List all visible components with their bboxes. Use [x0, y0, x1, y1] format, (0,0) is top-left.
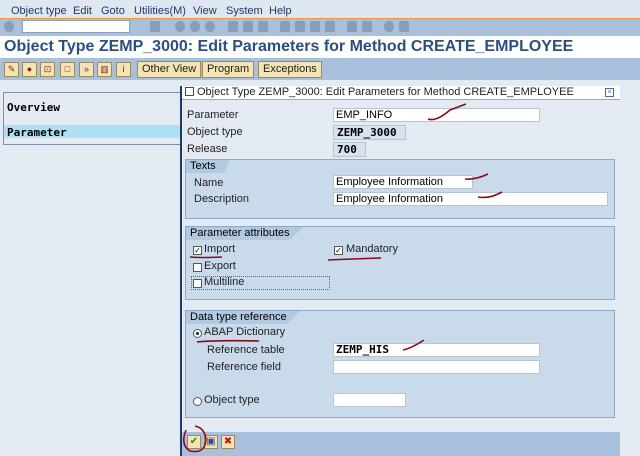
object-type-label: Object type — [187, 126, 243, 138]
find-next-icon[interactable] — [258, 21, 268, 32]
reference-field-input[interactable] — [333, 360, 540, 374]
window-icon — [185, 87, 194, 96]
menu-system[interactable]: System — [226, 5, 263, 17]
previous-page-icon[interactable] — [295, 21, 305, 32]
edit-parameters-dialog: Object Type ZEMP_3000: Edit Parameters f… — [180, 86, 620, 456]
title-bar: Object Type ZEMP_3000: Edit Parameters f… — [0, 36, 640, 58]
cancel-icon[interactable] — [205, 21, 215, 32]
help-icon[interactable] — [384, 21, 394, 32]
object-type-radio[interactable] — [193, 397, 202, 406]
layout-icon[interactable] — [399, 21, 409, 32]
data-type-reference-header: Data type reference — [186, 311, 301, 324]
export-checkbox[interactable] — [193, 263, 202, 272]
next-page-icon[interactable] — [310, 21, 320, 32]
lock-icon[interactable]: ⊡ — [40, 62, 55, 77]
close-icon[interactable]: × — [605, 88, 614, 97]
exceptions-button[interactable]: Exceptions — [258, 61, 322, 78]
description-input[interactable]: Employee Information — [333, 192, 608, 206]
info-icon[interactable]: i — [116, 62, 131, 77]
back-icon[interactable] — [175, 21, 185, 32]
menu-utilities[interactable]: Utilities(M) — [134, 5, 186, 17]
multiline-checkbox[interactable] — [193, 279, 202, 288]
mandatory-checkbox[interactable]: ✓ — [334, 246, 343, 255]
exit-icon[interactable] — [190, 21, 200, 32]
multiline-label: Multiline — [204, 276, 245, 288]
reference-table-input[interactable]: ZEMP_HIS — [333, 343, 540, 357]
menu-object-type[interactable]: Object type — [11, 5, 67, 17]
import-label: Import — [204, 243, 236, 255]
command-field[interactable] — [22, 20, 130, 33]
name-label: Name — [194, 177, 224, 189]
menu-goto[interactable]: Goto — [101, 5, 125, 17]
save-icon[interactable] — [150, 21, 160, 32]
reference-field-label: Reference field — [207, 361, 281, 373]
enter-icon[interactable] — [4, 21, 14, 32]
tree-item-overview[interactable]: Overview — [7, 101, 60, 114]
object-type-value: ZEMP_3000 — [333, 125, 406, 140]
new-session-icon[interactable] — [347, 21, 357, 32]
last-page-icon[interactable] — [325, 21, 335, 32]
release-value: 700 — [333, 142, 366, 157]
first-page-icon[interactable] — [280, 21, 290, 32]
abap-dictionary-radio[interactable] — [193, 329, 202, 338]
menu-help[interactable]: Help — [269, 5, 292, 17]
confirm-button[interactable]: ✔ — [187, 435, 201, 449]
dialog-footer — [182, 432, 620, 456]
import-checkbox[interactable]: ✓ — [193, 246, 202, 255]
shortcut-icon[interactable] — [362, 21, 372, 32]
object-type-input[interactable] — [333, 393, 406, 407]
tree-item-parameter[interactable]: Parameter — [7, 126, 67, 139]
reference-table-label: Reference table — [207, 344, 285, 356]
parameter-input[interactable]: EMP_INFO — [333, 108, 540, 122]
texts-header: Texts — [186, 160, 230, 173]
print-icon[interactable] — [228, 21, 238, 32]
page-title: Object Type ZEMP_3000: Edit Parameters f… — [4, 38, 574, 55]
parameter-attributes-header: Parameter attributes — [186, 227, 304, 240]
find-icon[interactable] — [243, 21, 253, 32]
copy-icon[interactable]: » — [79, 62, 94, 77]
change-icon[interactable]: ✎ — [4, 62, 19, 77]
mandatory-label: Mandatory — [346, 243, 398, 255]
display-icon[interactable]: ● — [22, 62, 37, 77]
program-button[interactable]: Program — [202, 61, 255, 78]
release-label: Release — [187, 143, 228, 155]
parameter-label: Parameter — [187, 109, 239, 121]
navigation-tree: Overview Parameter — [3, 92, 183, 145]
abap-dictionary-label: ABAP Dictionary — [204, 326, 286, 338]
cancel-button[interactable]: ✖ — [221, 435, 235, 449]
menu-bar: Object type Edit Goto Utilities(M) View … — [0, 0, 640, 19]
menu-view[interactable]: View — [193, 5, 217, 17]
texts-group: Texts — [185, 159, 615, 219]
description-label: Description — [194, 193, 250, 205]
dialog-title-text: Object Type ZEMP_3000: Edit Parameters f… — [197, 86, 574, 98]
object-type-radio-label: Object type — [204, 394, 260, 406]
menu-edit[interactable]: Edit — [73, 5, 92, 17]
dialog-title: Object Type ZEMP_3000: Edit Parameters f… — [182, 86, 620, 100]
other-view-button[interactable]: Other View — [137, 61, 202, 78]
name-input[interactable]: Employee Information — [333, 175, 473, 189]
check-button[interactable]: ▣ — [204, 435, 218, 449]
delete-icon[interactable]: ▥ — [97, 62, 112, 77]
export-label: Export — [204, 260, 236, 272]
create-icon[interactable]: □ — [60, 62, 75, 77]
